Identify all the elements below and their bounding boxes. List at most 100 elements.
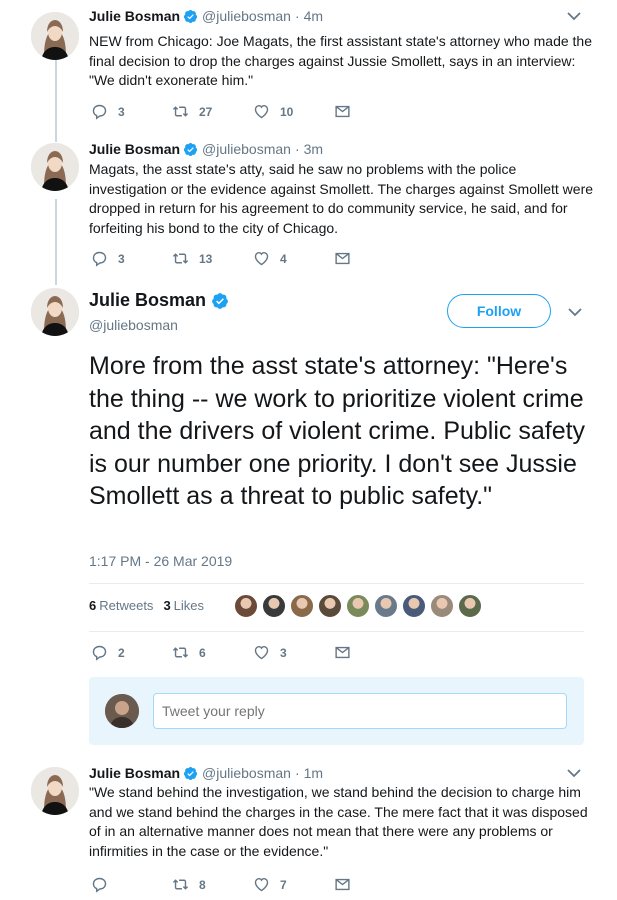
follow-button[interactable]: Follow bbox=[447, 294, 551, 328]
focused-tweet-text: More from the asst state's attorney: "He… bbox=[89, 352, 586, 510]
tweet-time[interactable]: 1m bbox=[304, 765, 323, 781]
tweet-actions: 3 13 4 bbox=[91, 250, 415, 267]
separator-dot: · bbox=[294, 141, 300, 157]
focused-avatar[interactable] bbox=[31, 288, 79, 336]
heart-icon bbox=[253, 250, 270, 267]
retweet-icon bbox=[172, 103, 189, 120]
tweet-time[interactable]: 4m bbox=[304, 8, 323, 24]
author-handle[interactable]: @juliebosman bbox=[202, 141, 291, 157]
author-name[interactable]: Julie Bosman bbox=[89, 290, 206, 311]
author-handle[interactable]: @juliebosman bbox=[202, 765, 291, 781]
reply-icon bbox=[91, 103, 108, 120]
separator-dot: · bbox=[294, 8, 300, 24]
chevron-down-icon[interactable] bbox=[567, 12, 581, 21]
current-user-avatar bbox=[105, 694, 139, 728]
author-name[interactable]: Julie Bosman bbox=[89, 8, 180, 24]
heart-icon bbox=[253, 876, 270, 893]
engagement-stats: 6 Retweets 3 Likes bbox=[89, 598, 204, 613]
retweet-icon bbox=[172, 644, 189, 661]
divider bbox=[89, 631, 584, 632]
dm-button[interactable] bbox=[334, 103, 415, 120]
tweet-actions: 8 7 bbox=[91, 876, 415, 893]
retweet-button[interactable]: 13 bbox=[172, 250, 253, 267]
liker-avatar[interactable] bbox=[458, 594, 482, 618]
chevron-down-icon[interactable] bbox=[567, 769, 581, 778]
liker-avatar[interactable] bbox=[234, 594, 258, 618]
retweet-total-label[interactable]: Retweets bbox=[99, 598, 153, 613]
chevron-down-icon[interactable] bbox=[568, 308, 582, 317]
like-total-label[interactable]: Likes bbox=[174, 598, 204, 613]
author-handle[interactable]: @juliebosman bbox=[202, 8, 291, 24]
heart-icon bbox=[253, 103, 270, 120]
liker-avatar[interactable] bbox=[430, 594, 454, 618]
retweet-total[interactable]: 6 bbox=[89, 598, 96, 613]
dm-button[interactable] bbox=[334, 644, 415, 661]
retweet-icon bbox=[172, 876, 189, 893]
reply-count: 3 bbox=[118, 104, 125, 119]
author-name[interactable]: Julie Bosman bbox=[89, 765, 180, 781]
retweet-count: 6 bbox=[199, 645, 206, 660]
reply-button[interactable]: 3 bbox=[91, 250, 172, 267]
heart-icon bbox=[253, 644, 270, 661]
avatar[interactable] bbox=[31, 767, 79, 815]
verified-badge-icon bbox=[183, 9, 198, 24]
verified-badge-icon bbox=[183, 142, 198, 157]
dm-button[interactable] bbox=[334, 876, 415, 893]
liker-avatar[interactable] bbox=[318, 594, 342, 618]
verified-badge-icon bbox=[183, 766, 198, 781]
retweet-count: 8 bbox=[199, 877, 206, 892]
reply-button[interactable]: 2 bbox=[91, 644, 172, 661]
tweet-header: Julie Bosman @juliebosman · 1m bbox=[89, 765, 323, 781]
separator-dot: · bbox=[294, 765, 300, 781]
like-button[interactable]: 7 bbox=[253, 876, 334, 893]
reply-input[interactable] bbox=[153, 693, 567, 729]
tweet-text: "We stand behind the investigation, we s… bbox=[89, 784, 588, 859]
retweet-button[interactable]: 27 bbox=[172, 103, 253, 120]
reply-icon bbox=[91, 644, 108, 661]
liker-avatar[interactable] bbox=[290, 594, 314, 618]
reply-button[interactable]: 3 bbox=[91, 103, 172, 120]
envelope-icon bbox=[334, 876, 351, 893]
like-button[interactable]: 4 bbox=[253, 250, 334, 267]
retweet-button[interactable]: 6 bbox=[172, 644, 253, 661]
tweet-2[interactable]: Julie Bosman @juliebosman · 3m Magats, t… bbox=[0, 135, 617, 285]
retweet-icon bbox=[172, 250, 189, 267]
verified-badge-icon bbox=[211, 292, 229, 310]
tweet-1[interactable]: Julie Bosman @juliebosman · 4m NEW from … bbox=[0, 0, 617, 135]
like-total[interactable]: 3 bbox=[163, 598, 170, 613]
author-name[interactable]: Julie Bosman bbox=[89, 141, 180, 157]
tweet-header: Julie Bosman @juliebosman · 3m bbox=[89, 141, 323, 157]
envelope-icon bbox=[334, 250, 351, 267]
envelope-icon bbox=[334, 644, 351, 661]
tweet-timestamp[interactable]: 1:17 PM - 26 Mar 2019 bbox=[89, 553, 232, 569]
liker-avatar[interactable] bbox=[262, 594, 286, 618]
tweet-4[interactable]: Julie Bosman @juliebosman · 1m "We stand… bbox=[0, 757, 617, 900]
retweet-button[interactable]: 8 bbox=[172, 876, 253, 893]
liker-avatar[interactable] bbox=[402, 594, 426, 618]
tweet-actions: 3 27 10 bbox=[91, 103, 415, 120]
tweet-time[interactable]: 3m bbox=[304, 141, 323, 157]
like-count: 4 bbox=[280, 251, 287, 266]
tweet-text: Magats, the asst state's atty, said he s… bbox=[89, 161, 594, 236]
avatar[interactable] bbox=[31, 143, 79, 191]
like-count: 7 bbox=[280, 877, 287, 892]
envelope-icon bbox=[334, 103, 351, 120]
reply-button[interactable] bbox=[91, 876, 172, 893]
tweet-text: NEW from Chicago: Joe Magats, the first … bbox=[89, 33, 593, 88]
like-button[interactable]: 10 bbox=[253, 103, 334, 120]
like-button[interactable]: 3 bbox=[253, 644, 334, 661]
focused-author-handle[interactable]: @juliebosman bbox=[89, 317, 178, 333]
reply-icon bbox=[91, 250, 108, 267]
avatar[interactable] bbox=[31, 12, 79, 60]
dm-button[interactable] bbox=[334, 250, 415, 267]
tweet-header: Julie Bosman @juliebosman · 4m bbox=[89, 8, 323, 24]
reply-count: 2 bbox=[118, 645, 125, 660]
retweet-count: 13 bbox=[199, 251, 213, 266]
liker-avatar[interactable] bbox=[346, 594, 370, 618]
liker-avatar[interactable] bbox=[374, 594, 398, 618]
reply-count: 3 bbox=[118, 251, 125, 266]
reply-composer bbox=[89, 677, 584, 745]
focused-author-name[interactable]: Julie Bosman bbox=[89, 290, 233, 311]
like-count: 10 bbox=[280, 104, 294, 119]
reply-icon bbox=[91, 876, 108, 893]
